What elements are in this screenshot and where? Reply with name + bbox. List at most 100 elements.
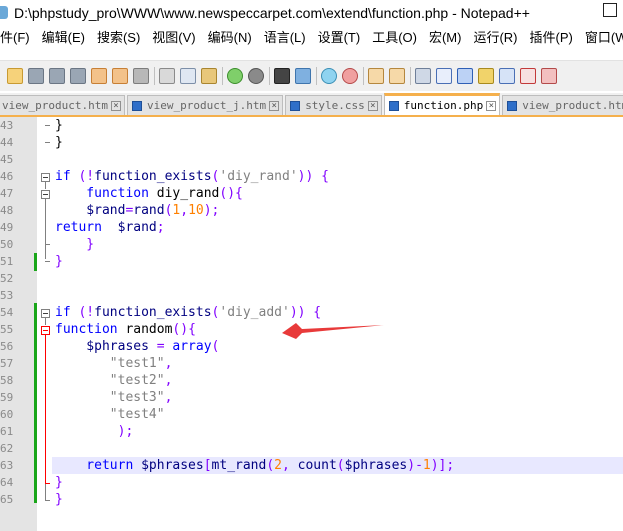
function-list-icon[interactable] (520, 68, 536, 84)
code-token: [ (203, 458, 212, 473)
code-token: "test4" (55, 407, 165, 422)
code-token: function (55, 322, 126, 337)
menu-item[interactable]: 编辑(E) (42, 27, 85, 46)
code-area[interactable]: 43} 44} 45 46 if (!function_exists('diy_rand… (0, 117, 623, 531)
tab-function-php[interactable]: function.php × (383, 93, 501, 115)
close-tab-icon[interactable]: × (367, 100, 378, 111)
tab-view-product-j-htm[interactable]: view_product_j.htm × (126, 95, 284, 115)
code-text: } (55, 236, 94, 253)
zoom-in-icon[interactable] (321, 68, 337, 84)
code-token: ( (211, 339, 220, 354)
code-line[interactable]: 64} (0, 474, 623, 491)
code-text: $rand=rand(1,10); (55, 202, 219, 219)
menu-item[interactable]: 搜索(S) (97, 27, 140, 46)
code-line[interactable]: 62 (0, 440, 623, 457)
menu-item[interactable]: 工具(O) (372, 27, 417, 46)
fold-toggle-icon[interactable] (41, 309, 50, 318)
code-token: 'diy_add' (219, 305, 290, 320)
code-token: } (55, 475, 63, 490)
undo-icon[interactable] (227, 68, 243, 84)
zoom-out-icon[interactable] (342, 68, 358, 84)
tab-view-product-htm[interactable]: view_product.htm× (502, 95, 623, 115)
print-icon[interactable] (133, 68, 149, 84)
code-line[interactable]: 58 "test2", (0, 372, 623, 389)
fold-toggle-icon[interactable] (41, 190, 50, 199)
language-icon[interactable] (478, 68, 494, 84)
code-line[interactable]: 54 if (!function_exists('diy_add')) { (0, 304, 623, 321)
save-icon[interactable] (49, 68, 65, 84)
toolbar (0, 60, 623, 91)
replace-icon[interactable] (295, 68, 311, 84)
menu-item[interactable]: 编码(N) (208, 27, 252, 46)
sync-horizontal-icon[interactable] (389, 68, 405, 84)
code-line[interactable]: 63 return $phrases[mt_rand(2, count($phr… (0, 457, 623, 474)
code-editor[interactable]: 43} 44} 45 46 if (!function_exists('diy_rand… (0, 117, 623, 531)
fold-toggle-icon[interactable] (41, 326, 50, 335)
code-line[interactable]: 48 $rand=rand(1,10); (0, 202, 623, 219)
paste-icon[interactable] (201, 68, 217, 84)
code-token: , (282, 458, 298, 473)
code-line[interactable]: 52 (0, 270, 623, 287)
maximize-button[interactable] (603, 3, 617, 17)
close-tab-icon[interactable]: × (486, 100, 497, 111)
fold-end-marker (45, 125, 50, 126)
code-token: 2 (274, 458, 282, 473)
code-text: ); (55, 423, 134, 440)
code-line[interactable]: 61 ); (0, 423, 623, 440)
code-line[interactable]: 57 "test1", (0, 355, 623, 372)
code-line[interactable]: 55 function random(){ (0, 321, 623, 338)
code-line[interactable]: 60 "test4" (0, 406, 623, 423)
line-number: 62 (0, 442, 14, 455)
find-icon[interactable] (274, 68, 290, 84)
fold-toggle-icon[interactable] (41, 173, 50, 182)
tab-view-product-htm[interactable]: view_product.htm× (0, 95, 125, 115)
close-all-icon[interactable] (112, 68, 128, 84)
new-file-icon[interactable] (7, 68, 23, 84)
code-line[interactable]: 43} (0, 117, 623, 134)
code-line[interactable]: 53 (0, 287, 623, 304)
code-line[interactable]: 51} (0, 253, 623, 270)
copy-icon[interactable] (180, 68, 196, 84)
code-line[interactable]: 44} (0, 134, 623, 151)
menu-item[interactable]: 插件(P) (530, 27, 573, 46)
cut-icon[interactable] (159, 68, 175, 84)
code-line[interactable]: 46 if (!function_exists('diy_rand')) { (0, 168, 623, 185)
menu-item[interactable]: 宏(M) (429, 27, 462, 46)
word-wrap-icon[interactable] (415, 68, 431, 84)
open-file-icon[interactable] (28, 68, 44, 84)
indent-guide-icon[interactable] (457, 68, 473, 84)
tab-style-css[interactable]: style.css × (285, 95, 382, 115)
menu-item[interactable]: 件(F) (0, 27, 30, 46)
close-tab-icon[interactable]: × (269, 100, 280, 111)
code-line[interactable]: 49 return $rand; (0, 219, 623, 236)
menu-item[interactable]: 语言(L) (264, 27, 306, 46)
code-line[interactable]: 50 } (0, 236, 623, 253)
folder-workspace-icon[interactable] (541, 68, 557, 84)
save-all-icon[interactable] (70, 68, 86, 84)
menu-item[interactable]: 设置(T) (318, 27, 361, 46)
menu-item[interactable]: 运行(R) (473, 27, 517, 46)
tab-label: view_product_j.htm (146, 99, 267, 112)
menu-item[interactable]: 视图(V) (152, 27, 195, 46)
code-token: } (55, 492, 63, 507)
close-tab-icon[interactable]: × (110, 100, 121, 111)
line-number: 60 (0, 408, 14, 421)
code-line[interactable]: 65} (0, 491, 623, 508)
change-history-bar (34, 253, 37, 271)
line-number: 55 (0, 323, 14, 336)
code-line[interactable]: 47 function diy_rand(){ (0, 185, 623, 202)
code-token: if (55, 305, 79, 320)
line-number: 61 (0, 425, 14, 438)
fold-line (45, 484, 46, 500)
menu-item[interactable]: 窗口(W) (585, 27, 623, 46)
redo-icon[interactable] (248, 68, 264, 84)
tab-label: view_product.htm (2, 99, 108, 112)
close-file-icon[interactable] (91, 68, 107, 84)
code-line[interactable]: 56 $phrases = array( (0, 338, 623, 355)
code-line[interactable]: 59 "test3", (0, 389, 623, 406)
show-all-chars-icon[interactable] (436, 68, 452, 84)
document-map-icon[interactable] (499, 68, 515, 84)
code-line[interactable]: 45 (0, 151, 623, 168)
code-text: function random(){ (55, 321, 196, 338)
sync-vertical-icon[interactable] (368, 68, 384, 84)
